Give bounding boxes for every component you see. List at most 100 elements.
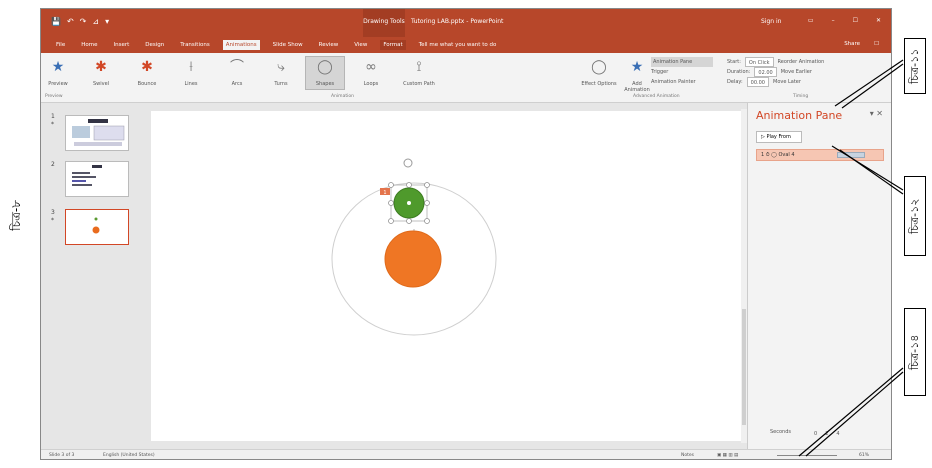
sign-in-link[interactable]: Sign in: [761, 18, 781, 25]
ribbon: ★ Preview ✱ Swivel ✱ Bounce ⟊ Lines ⌒ Ar…: [41, 53, 891, 103]
timeline-scale: 0 2 4: [814, 431, 840, 437]
document-title: Tutoring LAB.pptx - PowerPoint: [411, 18, 504, 25]
group-label-preview: Preview: [45, 94, 63, 99]
undo-icon[interactable]: ↶: [67, 17, 74, 26]
animation-order-number: 1: [383, 190, 386, 196]
swivel-icon: ✱: [95, 59, 107, 75]
slide-thumbnail-3[interactable]: [65, 209, 129, 245]
tab-file[interactable]: File: [53, 40, 68, 50]
quick-access-toolbar: 💾 ↶ ↷ ⊿ ▾: [51, 17, 109, 26]
effect-shapes[interactable]: ◯ Shapes: [305, 56, 345, 90]
tab-view[interactable]: View: [351, 40, 370, 50]
close-pane-icon[interactable]: ▾ ✕: [870, 109, 883, 118]
effect-swivel[interactable]: ✱ Swivel: [81, 57, 121, 87]
seconds-label: Seconds: [770, 429, 792, 435]
tab-animations[interactable]: Animations: [222, 40, 260, 50]
view-buttons[interactable]: ▣ ▦ ▥ ▤: [717, 450, 738, 459]
add-animation-button[interactable]: ★ Add Animation: [619, 57, 655, 93]
effect-options-icon: ◯: [591, 59, 607, 75]
zoom-slider[interactable]: [777, 455, 837, 456]
add-animation-star-icon: ★: [630, 59, 644, 75]
tab-transitions[interactable]: Transitions: [177, 40, 212, 50]
animation-item-oval-4[interactable]: 1 ⏱ ◯ Oval 4: [756, 149, 884, 161]
play-from-button[interactable]: ▷ Play From: [756, 131, 802, 143]
title-bar: 💾 ↶ ↷ ⊿ ▾ Drawing Tools Tutoring LAB.ppt…: [41, 9, 891, 37]
figure-label-left: চিত্র-৮: [9, 200, 23, 231]
tell-me-search[interactable]: Tell me what you want to do: [416, 40, 500, 50]
share-area: Share ☐: [844, 41, 879, 47]
preview-button[interactable]: ★ Preview: [43, 57, 73, 87]
start-select[interactable]: On Click: [744, 57, 774, 67]
powerpoint-window: 💾 ↶ ↷ ⊿ ▾ Drawing Tools Tutoring LAB.ppt…: [40, 8, 892, 460]
tab-design[interactable]: Design: [142, 40, 167, 50]
effect-loops[interactable]: ∞ Loops: [351, 57, 391, 87]
animation-pane: Animation Pane ▾ ✕ ▷ Play From 1 ⏱ ◯ Ova…: [747, 103, 891, 449]
slide-canvas[interactable]: 1: [151, 111, 741, 441]
lines-icon: ⟊: [189, 59, 193, 75]
redo-icon[interactable]: ↷: [80, 17, 87, 26]
save-icon[interactable]: 💾: [51, 17, 61, 26]
slide-star-3: *: [51, 217, 54, 224]
maximize-icon[interactable]: ☐: [853, 17, 858, 24]
figure-label-14: চিত্র-১৪: [904, 308, 926, 396]
zoom-level[interactable]: 61%: [859, 450, 869, 459]
move-earlier-button[interactable]: Move Earlier: [781, 67, 812, 77]
close-icon[interactable]: ✕: [876, 17, 881, 24]
animation-pane-title: Animation Pane: [756, 109, 843, 122]
effect-lines[interactable]: ⟊ Lines: [171, 57, 211, 87]
tab-home[interactable]: Home: [78, 40, 100, 50]
animation-pane-button[interactable]: Animation Pane: [651, 57, 713, 67]
share-button[interactable]: Share: [844, 41, 860, 47]
group-label-timing: Timing: [793, 94, 809, 99]
path-start-marker: [407, 201, 411, 205]
figure-label-11: চিত্র-১১: [904, 38, 926, 94]
rotate-handle-icon[interactable]: [403, 158, 413, 168]
duration-label: Duration:: [727, 69, 751, 75]
tab-format[interactable]: Format: [380, 40, 406, 50]
reorder-label: Reorder Animation: [777, 59, 825, 65]
slide-3-content: 1: [331, 158, 497, 336]
turns-icon: ⤷: [277, 59, 285, 75]
effect-options-button[interactable]: ◯ Effect Options: [581, 57, 617, 87]
timeline-bar: [837, 152, 865, 158]
window-controls: ▭ – ☐ ✕: [808, 17, 881, 24]
orange-circle[interactable]: [384, 230, 442, 288]
group-label-advanced: Advanced Animation: [633, 94, 680, 99]
effect-custom-path[interactable]: ⟟ Custom Path: [395, 57, 443, 87]
language-status[interactable]: English (United States): [103, 450, 155, 459]
status-bar: Slide 3 of 3 English (United States) Not…: [41, 449, 891, 459]
duration-input[interactable]: 02.00: [754, 67, 777, 77]
delay-input[interactable]: 00.00: [746, 77, 769, 87]
shapes-icon: ◯: [317, 59, 333, 75]
custom-path-icon: ⟟: [416, 59, 422, 75]
start-from-beginning-icon[interactable]: ⊿: [92, 17, 99, 26]
loops-icon: ∞: [365, 59, 377, 75]
timing-group: Start: On Click Reorder Animation Durati…: [727, 57, 887, 87]
slide-thumbnails-panel: 1 * 2 3 *: [41, 103, 137, 449]
slide-thumbnail-2[interactable]: [65, 161, 129, 197]
ribbon-display-icon[interactable]: ▭: [808, 17, 814, 24]
arcs-icon: ⌒: [230, 59, 244, 75]
customize-qat-icon[interactable]: ▾: [105, 17, 109, 26]
ribbon-tabs: File Home Insert Design Transitions Anim…: [41, 37, 891, 53]
move-later-button[interactable]: Move Later: [773, 77, 801, 87]
tab-slide-show[interactable]: Slide Show: [270, 40, 306, 50]
tab-insert[interactable]: Insert: [110, 40, 132, 50]
effect-turns[interactable]: ⤷ Turns: [261, 57, 301, 87]
group-label-animation: Animation: [331, 94, 354, 99]
slide-2-preview: [72, 165, 102, 186]
minimize-icon[interactable]: –: [832, 17, 835, 24]
slide-thumbnail-1[interactable]: [65, 115, 129, 151]
tab-review[interactable]: Review: [316, 40, 342, 50]
delay-label: Delay:: [727, 79, 743, 85]
slide-3-preview: [92, 217, 100, 234]
star-preview-icon: ★: [51, 59, 65, 75]
effect-arcs[interactable]: ⌒ Arcs: [217, 57, 257, 87]
slide-count: Slide 3 of 3: [49, 453, 75, 458]
slide-star-1: *: [51, 121, 54, 128]
scrollbar-thumb[interactable]: [742, 309, 746, 425]
comments-icon[interactable]: ☐: [874, 41, 879, 47]
figure-label-12: চিত্র-১২: [904, 176, 926, 256]
effect-bounce[interactable]: ✱ Bounce: [127, 57, 167, 87]
notes-button[interactable]: Notes: [681, 450, 694, 459]
